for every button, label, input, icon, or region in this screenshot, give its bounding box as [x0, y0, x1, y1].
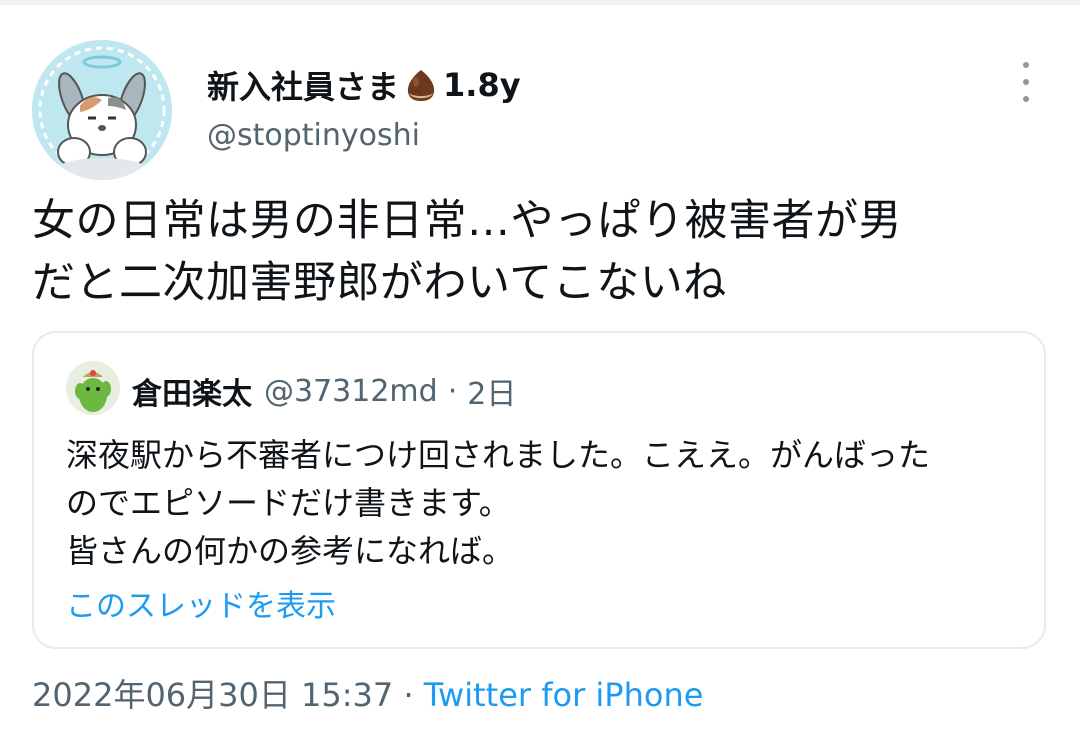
- cactus-avatar-icon: [66, 361, 120, 415]
- author-name-text: 新入社員さま: [207, 68, 400, 106]
- tweet-text-line: だと二次加害野郎がわいてこないね: [32, 258, 727, 308]
- more-options-icon[interactable]: [1010, 62, 1042, 102]
- more-dot: [1023, 79, 1029, 85]
- quoted-tweet-header: 倉田楽太 @37312md · 2日: [132, 369, 516, 413]
- quoted-author-name: 倉田楽太: [132, 377, 252, 412]
- tweet-text-line: 女の日常は男の非日常…やっぱり被害者が男: [32, 196, 902, 246]
- header-separator: ·: [447, 373, 458, 409]
- quoted-author-handle: @37312md: [264, 373, 438, 409]
- tweet-meta: 2022年06月30日 15:37 · Twitter for iPhone: [32, 670, 703, 716]
- quoted-tweet-time: 2日: [467, 377, 517, 412]
- quoted-tweet-card[interactable]: 倉田楽太 @37312md · 2日 深夜駅から不審者につけ回されました。こええ…: [32, 331, 1046, 649]
- tweet-body: 女の日常は男の非日常…やっぱり被害者が男 だと二次加害野郎がわいてこないね: [32, 190, 1052, 314]
- show-thread-link[interactable]: このスレッドを表示: [66, 581, 336, 625]
- tweet-timestamp[interactable]: 2022年06月30日 15:37: [32, 676, 393, 714]
- more-dot: [1023, 62, 1029, 68]
- author-display-name[interactable]: 新入社員さま 1.8y: [207, 62, 521, 108]
- more-dot: [1023, 96, 1029, 102]
- quoted-text-line: 深夜駅から不審者につけ回されました。こええ。がんばった: [66, 436, 931, 474]
- author-badge-text: 1.8y: [443, 66, 521, 104]
- quoted-author-avatar[interactable]: [66, 361, 120, 415]
- quoted-text-line: 皆さんの何かの参考になれば。: [66, 532, 515, 570]
- author-avatar[interactable]: [32, 40, 172, 180]
- quoted-tweet-body: 深夜駅から不審者につけ回されました。こええ。がんばった のでエピソードだけ書きま…: [66, 431, 1026, 575]
- chestnut-icon: [403, 67, 439, 103]
- top-divider: [0, 0, 1080, 5]
- author-handle[interactable]: @stoptinyoshi: [207, 118, 420, 153]
- cat-avatar-icon: [32, 40, 172, 180]
- tweet-source-link[interactable]: Twitter for iPhone: [424, 676, 704, 714]
- quoted-text-line: のでエピソードだけ書きます。: [66, 484, 511, 522]
- meta-separator: ·: [403, 676, 414, 714]
